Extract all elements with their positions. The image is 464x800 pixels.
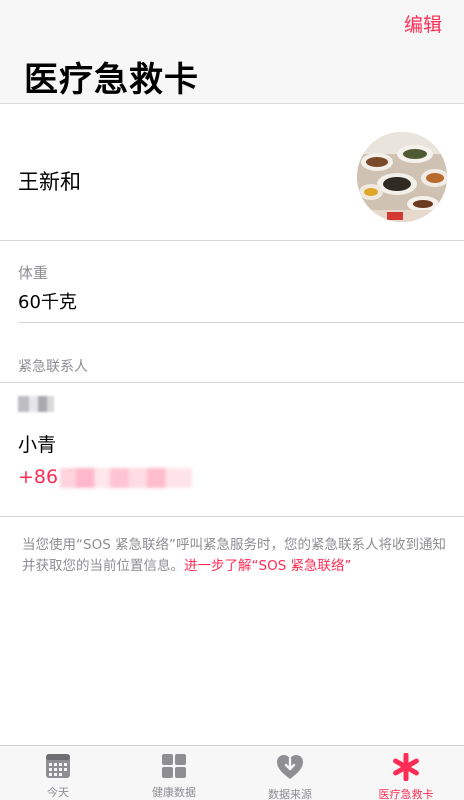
contact-phone-redacted xyxy=(60,468,192,488)
weight-value: 60千克 xyxy=(18,292,77,313)
page-title: 医疗急救卡 xyxy=(24,60,199,100)
grid-icon xyxy=(160,753,188,779)
contact-relation-redacted xyxy=(18,396,54,412)
tab-bar: 今天 健康数据 数据来源 医疗急救卡 xyxy=(0,745,464,800)
divider xyxy=(18,322,464,323)
profile-name: 王新和 xyxy=(18,170,81,194)
avatar[interactable] xyxy=(357,132,447,222)
asterisk-icon xyxy=(392,753,420,781)
tab-today[interactable]: 今天 xyxy=(0,746,116,800)
sos-learn-more-link[interactable]: 进一步了解“SOS 紧急联络” xyxy=(184,558,352,574)
tab-sources[interactable]: 数据来源 xyxy=(232,746,348,800)
contact-name: 小青 xyxy=(18,434,57,456)
tab-medical-id[interactable]: 医疗急救卡 xyxy=(348,746,464,800)
avatar-photo xyxy=(357,132,447,222)
tab-today-label: 今天 xyxy=(47,786,69,799)
edit-button[interactable]: 编辑 xyxy=(404,10,442,37)
sos-info-note: 当您使用“SOS 紧急联络”呼叫紧急服务时，您的紧急联系人将收到通知并获取您的当… xyxy=(22,535,448,577)
tab-sources-label: 数据来源 xyxy=(268,788,312,800)
divider xyxy=(0,382,464,383)
tab-health-data-label: 健康数据 xyxy=(152,786,196,799)
emergency-contacts-header: 紧急联系人 xyxy=(18,359,88,375)
divider xyxy=(0,516,464,517)
navigation-bar: 编辑 医疗急救卡 xyxy=(0,0,464,104)
tab-medical-id-label: 医疗急救卡 xyxy=(378,788,434,800)
calendar-icon xyxy=(44,753,72,779)
weight-label: 体重 xyxy=(18,264,49,282)
divider xyxy=(0,240,464,241)
download-heart-icon xyxy=(276,753,304,781)
tab-health-data[interactable]: 健康数据 xyxy=(116,746,232,800)
